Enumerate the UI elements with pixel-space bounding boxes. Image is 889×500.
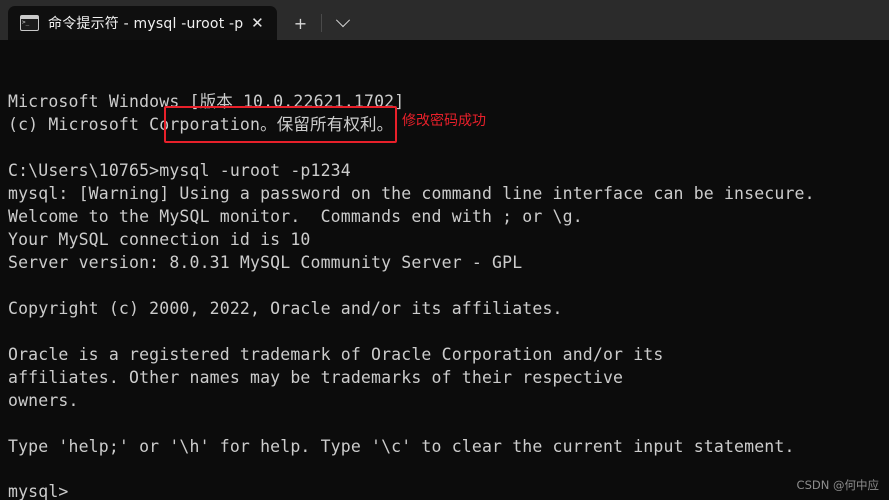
terminal-line: Oracle is a registered trademark of Orac… <box>8 345 664 364</box>
terminal-line: mysql> <box>8 482 69 500</box>
terminal-line: affiliates. Other names may be trademark… <box>8 368 624 387</box>
terminal-output[interactable]: Microsoft Windows [版本 10.0.22621.1702] (c… <box>0 40 889 500</box>
terminal-line: Your MySQL connection id is 10 <box>8 230 311 249</box>
watermark: CSDN @何中应 <box>796 478 879 492</box>
tab-title: 命令提示符 - mysql -uroot -p <box>48 16 244 32</box>
terminal-window: 命令提示符 - mysql -uroot -p ✕ + Microsoft Wi… <box>0 0 889 500</box>
terminal-line: Copyright (c) 2000, 2022, Oracle and/or … <box>8 299 563 318</box>
tab-bar: 命令提示符 - mysql -uroot -p ✕ + <box>0 0 889 40</box>
terminal-line: Type 'help;' or '\h' for help. Type '\c'… <box>8 437 795 456</box>
annotation-note: 修改密码成功 <box>402 113 486 129</box>
tab-active-command-prompt[interactable]: 命令提示符 - mysql -uroot -p ✕ <box>8 6 278 40</box>
terminal-line: owners. <box>8 391 79 410</box>
new-tab-icon[interactable]: + <box>283 8 317 38</box>
tab-bar-actions: + <box>283 6 360 40</box>
terminal-line: C:\Users\10765>mysql -uroot -p1234 <box>8 161 351 180</box>
chevron-down-icon[interactable] <box>326 8 360 38</box>
console-icon <box>20 15 39 31</box>
close-icon[interactable]: ✕ <box>243 9 271 37</box>
terminal-line: mysql: [Warning] Using a password on the… <box>8 184 815 203</box>
terminal-line: Server version: 8.0.31 MySQL Community S… <box>8 253 523 272</box>
terminal-line: (c) Microsoft Corporation。保留所有权利。 <box>8 115 394 134</box>
terminal-line: Microsoft Windows [版本 10.0.22621.1702] <box>8 92 405 111</box>
divider <box>321 14 323 32</box>
terminal-line: Welcome to the MySQL monitor. Commands e… <box>8 207 583 226</box>
